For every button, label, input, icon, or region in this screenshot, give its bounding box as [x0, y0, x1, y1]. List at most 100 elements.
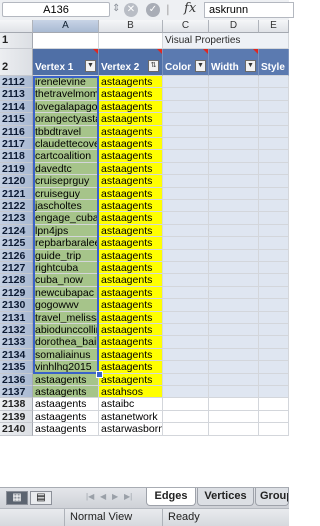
- cell-style[interactable]: [259, 386, 289, 399]
- row-header[interactable]: 2115: [0, 113, 33, 126]
- cell-vertex1[interactable]: irenelevine: [33, 76, 99, 89]
- column-header-c[interactable]: C: [163, 20, 209, 33]
- row-header[interactable]: 2120: [0, 175, 33, 188]
- header-cell-vertex2[interactable]: Vertex 2 ⇅: [99, 49, 163, 76]
- cell-width[interactable]: [209, 286, 259, 300]
- cell-vertex2[interactable]: astaagents: [99, 324, 163, 337]
- cell-vertex1[interactable]: lpn4jps: [33, 224, 99, 238]
- cell-color[interactable]: [163, 274, 209, 287]
- header-cell-vertex1[interactable]: Vertex 1 ▼: [33, 49, 99, 76]
- prev-sheet-icon[interactable]: ◀: [100, 492, 106, 501]
- cell-vertex2[interactable]: astaagents: [99, 348, 163, 362]
- cell-vertex1[interactable]: lovegalapagos: [33, 100, 99, 114]
- filter-dropdown-icon[interactable]: ▼: [245, 60, 256, 72]
- cell-width[interactable]: [209, 386, 259, 399]
- cancel-icon[interactable]: ✕: [124, 3, 138, 17]
- cell-width[interactable]: [209, 249, 259, 262]
- cell-vertex2[interactable]: astaibc: [99, 398, 163, 411]
- cell-vertex1[interactable]: gogowwv: [33, 299, 99, 312]
- cell-color[interactable]: [163, 237, 209, 250]
- cell-style[interactable]: [259, 100, 289, 114]
- tab-edges[interactable]: Edges: [146, 488, 196, 506]
- cell-vertex1[interactable]: rightcuba: [33, 262, 99, 275]
- cell-color[interactable]: [163, 299, 209, 312]
- cell-style[interactable]: [259, 361, 289, 374]
- cell-style[interactable]: [259, 212, 289, 225]
- cell-width[interactable]: [209, 150, 259, 163]
- cell-color[interactable]: [163, 311, 209, 324]
- cell-vertex2[interactable]: astaagents: [99, 336, 163, 349]
- cell-style[interactable]: [259, 299, 289, 312]
- cell-color[interactable]: [163, 125, 209, 138]
- row-header[interactable]: 2138: [0, 398, 33, 411]
- cell-color[interactable]: [163, 113, 209, 126]
- cell-style[interactable]: [259, 348, 289, 362]
- cell-style[interactable]: [259, 113, 289, 126]
- cell-width[interactable]: [209, 88, 259, 101]
- cell-color[interactable]: [163, 249, 209, 262]
- cell-color[interactable]: [163, 150, 209, 163]
- cell-vertex2[interactable]: astaagents: [99, 88, 163, 101]
- cell-width[interactable]: [209, 224, 259, 238]
- row-header[interactable]: 2136: [0, 373, 33, 386]
- row-header[interactable]: 2131: [0, 311, 33, 324]
- row-header[interactable]: 2121: [0, 187, 33, 200]
- cell-style[interactable]: [259, 138, 289, 151]
- cell-color[interactable]: [163, 410, 209, 424]
- last-sheet-icon[interactable]: ▶|: [124, 492, 132, 501]
- page-layout-view-button[interactable]: ▤: [30, 491, 52, 505]
- tab-groups[interactable]: Group: [255, 488, 289, 506]
- cell-vertex2[interactable]: astaagents: [99, 125, 163, 138]
- row-header[interactable]: 2137: [0, 386, 33, 399]
- cell-vertex1[interactable]: guide_trip: [33, 249, 99, 262]
- cell-vertex2[interactable]: astaagents: [99, 286, 163, 300]
- row-header[interactable]: 2119: [0, 162, 33, 176]
- cell-style[interactable]: [259, 125, 289, 138]
- header-cell-color[interactable]: Color ▼: [163, 49, 209, 76]
- first-sheet-icon[interactable]: |◀: [86, 492, 94, 501]
- cell-color[interactable]: [163, 224, 209, 238]
- tab-vertices[interactable]: Vertices: [197, 488, 254, 506]
- cell-vertex2[interactable]: astaagents: [99, 150, 163, 163]
- filter-dropdown-icon[interactable]: ▼: [85, 60, 96, 72]
- row-header[interactable]: 2139: [0, 410, 33, 424]
- cell-vertex2[interactable]: astarwasborninf: [99, 423, 163, 436]
- check-icon[interactable]: ✓: [146, 3, 160, 17]
- cell-vertex1[interactable]: astaagents: [33, 410, 99, 424]
- cell-vertex2[interactable]: astaagents: [99, 262, 163, 275]
- cell-vertex1[interactable]: davedtc: [33, 162, 99, 176]
- cell-vertex1[interactable]: vinhlhq2015: [33, 361, 99, 374]
- cell-color[interactable]: [163, 175, 209, 188]
- row-header[interactable]: 2112: [0, 76, 33, 89]
- row-header[interactable]: 2123: [0, 212, 33, 225]
- row-header[interactable]: 2116: [0, 125, 33, 138]
- cell-width[interactable]: [209, 361, 259, 374]
- cell-width[interactable]: [209, 125, 259, 138]
- cell-width[interactable]: [209, 138, 259, 151]
- sort-filter-icon[interactable]: ⇅: [148, 60, 159, 72]
- cell-width[interactable]: [209, 237, 259, 250]
- cell-style[interactable]: [259, 423, 289, 436]
- row-header[interactable]: 2113: [0, 88, 33, 101]
- normal-view-button[interactable]: ▦: [6, 491, 28, 505]
- cell-width[interactable]: [209, 76, 259, 89]
- cell-vertex2[interactable]: astaagents: [99, 249, 163, 262]
- cell-vertex1[interactable]: somaliainus: [33, 348, 99, 362]
- row-header[interactable]: 2125: [0, 237, 33, 250]
- cell-color[interactable]: [163, 88, 209, 101]
- cell-width[interactable]: [209, 113, 259, 126]
- cell-width[interactable]: [209, 299, 259, 312]
- cell-vertex2[interactable]: astahsos: [99, 386, 163, 399]
- cell-vertex2[interactable]: astaagents: [99, 373, 163, 386]
- cell-vertex2[interactable]: astaagents: [99, 361, 163, 374]
- row-header[interactable]: 2114: [0, 100, 33, 114]
- cell-style[interactable]: [259, 88, 289, 101]
- cell-style[interactable]: [259, 398, 289, 411]
- name-box[interactable]: A136: [2, 2, 110, 17]
- cell-vertex1[interactable]: astaagents: [33, 398, 99, 411]
- cell-vertex1[interactable]: dorothea_bailey: [33, 336, 99, 349]
- cell-vertex2[interactable]: astaagents: [99, 175, 163, 188]
- cell-vertex1[interactable]: abiodunccollins: [33, 324, 99, 337]
- cell-color[interactable]: [163, 373, 209, 386]
- cell-color[interactable]: [163, 76, 209, 89]
